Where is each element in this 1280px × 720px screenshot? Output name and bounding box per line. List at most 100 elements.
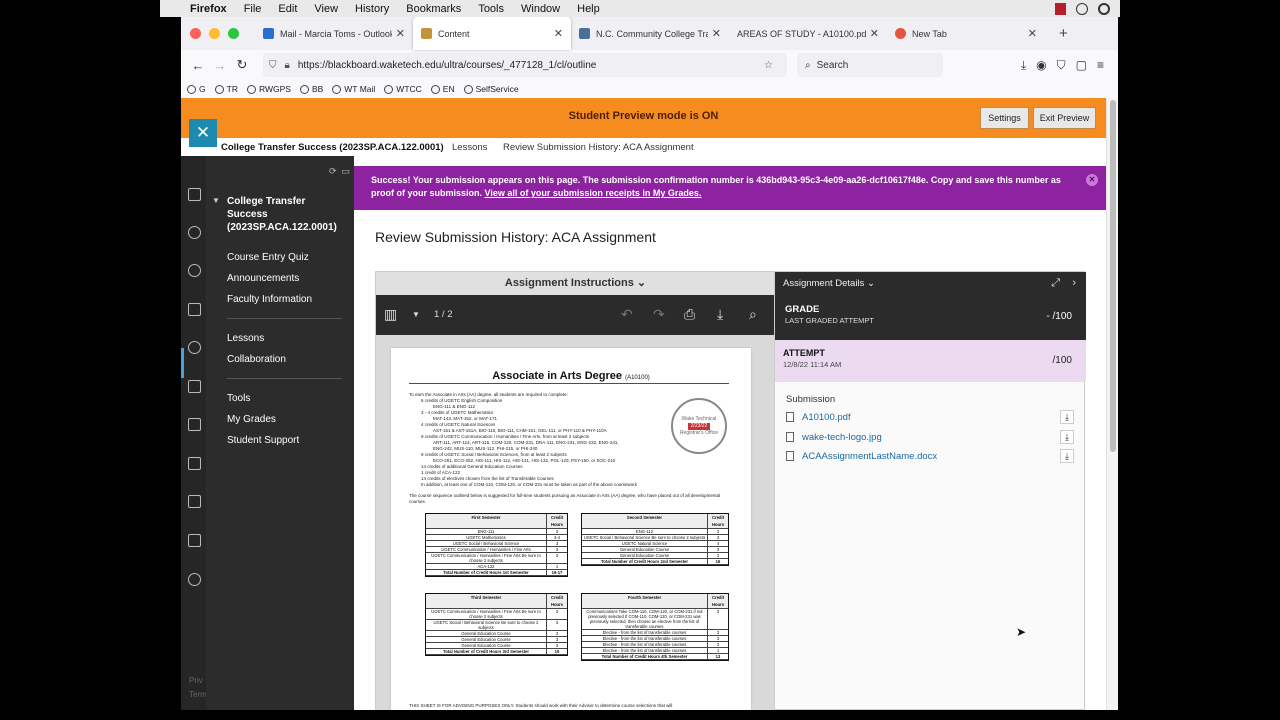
menu-window[interactable]: Window [521, 3, 560, 15]
tab-close-icon[interactable]: ✕ [712, 27, 721, 40]
caret-down-icon[interactable]: ▼ [412, 310, 420, 319]
lock-icon[interactable]: 🔒︎ [285, 60, 290, 71]
nav-lessons[interactable]: Lessons [227, 333, 264, 344]
bookmark-rwgps[interactable]: RWGPS [246, 84, 291, 94]
nav-student-support[interactable]: Student Support [227, 435, 299, 446]
calendar-icon[interactable] [188, 380, 201, 393]
url-text[interactable]: https://blackboard.waketech.edu/ultra/co… [298, 60, 764, 71]
tab-nccc-transfer[interactable]: N.C. Community College Transfe ✕ [571, 17, 729, 50]
course-nav-tools-icons[interactable]: ⟳ ▭ [329, 166, 350, 177]
nav-course-entry-quiz[interactable]: Course Entry Quiz [227, 252, 309, 263]
attempt-box[interactable]: ATTEMPT 12/8/22 11:14 AM /100 [775, 340, 1086, 382]
back-arrow-icon[interactable]: ← [187, 58, 209, 73]
shield-extension-icon[interactable]: ⛉ [1057, 58, 1066, 73]
institution-icon[interactable] [188, 188, 201, 201]
shield-icon[interactable]: ⛉ [269, 60, 277, 71]
menu-history[interactable]: History [355, 3, 389, 15]
search-icon[interactable]: ⌕ [749, 306, 757, 323]
download-icon[interactable]: ⤓ [1060, 410, 1074, 424]
menu-app-firefox[interactable]: Firefox [190, 3, 227, 15]
zoom-window-button[interactable] [228, 28, 239, 39]
instructions-header[interactable]: Assignment Instructions ⌄ [376, 272, 775, 295]
tab-close-icon[interactable]: ✕ [396, 27, 405, 40]
privacy-link[interactable]: Priv [189, 676, 203, 685]
edit-icon[interactable] [188, 534, 201, 547]
tab-close-icon[interactable]: ✕ [554, 27, 563, 40]
menu-bookmarks[interactable]: Bookmarks [406, 3, 461, 15]
tab-content[interactable]: Content ✕ [413, 17, 571, 50]
new-tab-plus-icon[interactable]: + [1059, 25, 1068, 42]
sign-out-icon[interactable] [188, 573, 201, 586]
file-link[interactable]: A10100.pdf [802, 412, 1060, 423]
bookmark-bb[interactable]: BB [299, 84, 323, 94]
tools-icon[interactable] [188, 495, 201, 508]
hamburger-menu-icon[interactable]: ≡ [1097, 58, 1104, 73]
scrollbar-thumb[interactable] [1110, 100, 1116, 452]
caret-down-icon[interactable]: ▼ [212, 196, 220, 205]
tab-close-icon[interactable]: ✕ [1028, 27, 1037, 40]
menu-file[interactable]: File [244, 3, 262, 15]
nav-tools[interactable]: Tools [227, 393, 250, 404]
tab-new-tab[interactable]: New Tab ✕ [887, 17, 1045, 50]
expand-icon[interactable]: ⤢ [1051, 277, 1060, 289]
forward-arrow-icon[interactable]: → [209, 58, 231, 73]
bookmark-wt-mail[interactable]: WT Mail [332, 84, 375, 94]
bookmark-star-icon[interactable]: ☆ [764, 60, 773, 71]
courses-icon[interactable] [188, 303, 201, 316]
file-link[interactable]: wake-tech-logo.jpg [802, 432, 1060, 443]
download-icon[interactable]: ⤓ [1021, 58, 1026, 73]
reload-icon[interactable]: ↻ [231, 57, 253, 73]
settings-button[interactable]: Settings [980, 107, 1029, 129]
print-icon[interactable]: ⎙ [684, 306, 695, 323]
shield-status-icon[interactable] [1076, 2, 1088, 15]
sidebar-toggle-icon[interactable]: ▥ [384, 306, 397, 323]
exit-preview-button[interactable]: Exit Preview [1033, 107, 1096, 129]
extension-icon[interactable]: ◉ [1036, 58, 1046, 73]
undo-icon[interactable]: ↶ [621, 306, 633, 323]
terms-link[interactable]: Term [189, 690, 207, 699]
nav-announcements[interactable]: Announcements [227, 273, 299, 284]
breadcrumb-course[interactable]: College Transfer Success (2023SP.ACA.122… [221, 142, 444, 153]
download-icon[interactable]: ⤓ [717, 306, 723, 323]
grades-icon[interactable] [188, 457, 201, 470]
reader-icon[interactable]: ▢ [1076, 58, 1087, 73]
nav-collaboration[interactable]: Collaboration [227, 354, 286, 365]
tab-outlook[interactable]: Mail - Marcia Toms - Outlook ✕ [255, 17, 413, 50]
url-bar[interactable]: ⛉ 🔒︎ https://blackboard.waketech.edu/ult… [263, 53, 787, 77]
bookmark-selfservice[interactable]: SelfService [463, 84, 519, 94]
close-banner-icon[interactable]: ✕ [1086, 174, 1098, 186]
chevron-right-icon[interactable]: › [1072, 277, 1076, 289]
redo-icon[interactable]: ↷ [653, 306, 665, 323]
download-icon[interactable]: ⤓ [1060, 449, 1074, 463]
nav-faculty-information[interactable]: Faculty Information [227, 294, 312, 305]
download-icon[interactable]: ⤓ [1060, 430, 1074, 444]
menu-help[interactable]: Help [577, 3, 600, 15]
globe-activity-icon[interactable] [188, 264, 201, 277]
minimize-window-button[interactable] [209, 28, 220, 39]
menu-view[interactable]: View [314, 3, 338, 15]
course-title[interactable]: College Transfer Success (2023SP.ACA.122… [227, 195, 347, 234]
bookmark-wtcc[interactable]: WTCC [384, 84, 422, 94]
bookmark-tr[interactable]: TR [214, 84, 238, 94]
messages-icon[interactable] [188, 418, 201, 431]
nav-my-grades[interactable]: My Grades [227, 414, 276, 425]
menu-edit[interactable]: Edit [278, 3, 297, 15]
breadcrumb-lessons[interactable]: Lessons [452, 142, 487, 153]
tab-close-icon[interactable]: ✕ [870, 27, 879, 40]
page-scrollbar[interactable] [1106, 98, 1118, 710]
profile-icon[interactable] [188, 226, 201, 239]
status-app-icon[interactable] [1055, 2, 1066, 15]
close-course-button[interactable]: ✕ [189, 119, 217, 147]
file-link[interactable]: ACAAssignmentLastName.docx [802, 451, 1060, 462]
bookmark-en[interactable]: EN [430, 84, 455, 94]
bookmark-g[interactable]: G [187, 84, 206, 94]
menu-tools[interactable]: Tools [478, 3, 504, 15]
tab-areas-of-study[interactable]: AREAS OF STUDY - A10100.pdf ✕ [729, 17, 887, 50]
pdf-canvas[interactable]: Associate in Arts Degree (A10100) Wake T… [376, 335, 775, 710]
organizations-icon[interactable] [188, 341, 201, 354]
close-window-button[interactable] [190, 28, 201, 39]
assignment-details-header[interactable]: Assignment Details ⌄ ⤢ › [775, 272, 1086, 295]
cloud-status-icon[interactable] [1098, 2, 1110, 15]
receipts-link[interactable]: View all of your submission receipts in … [485, 188, 702, 198]
search-input[interactable]: ⌕ Search [797, 53, 943, 77]
